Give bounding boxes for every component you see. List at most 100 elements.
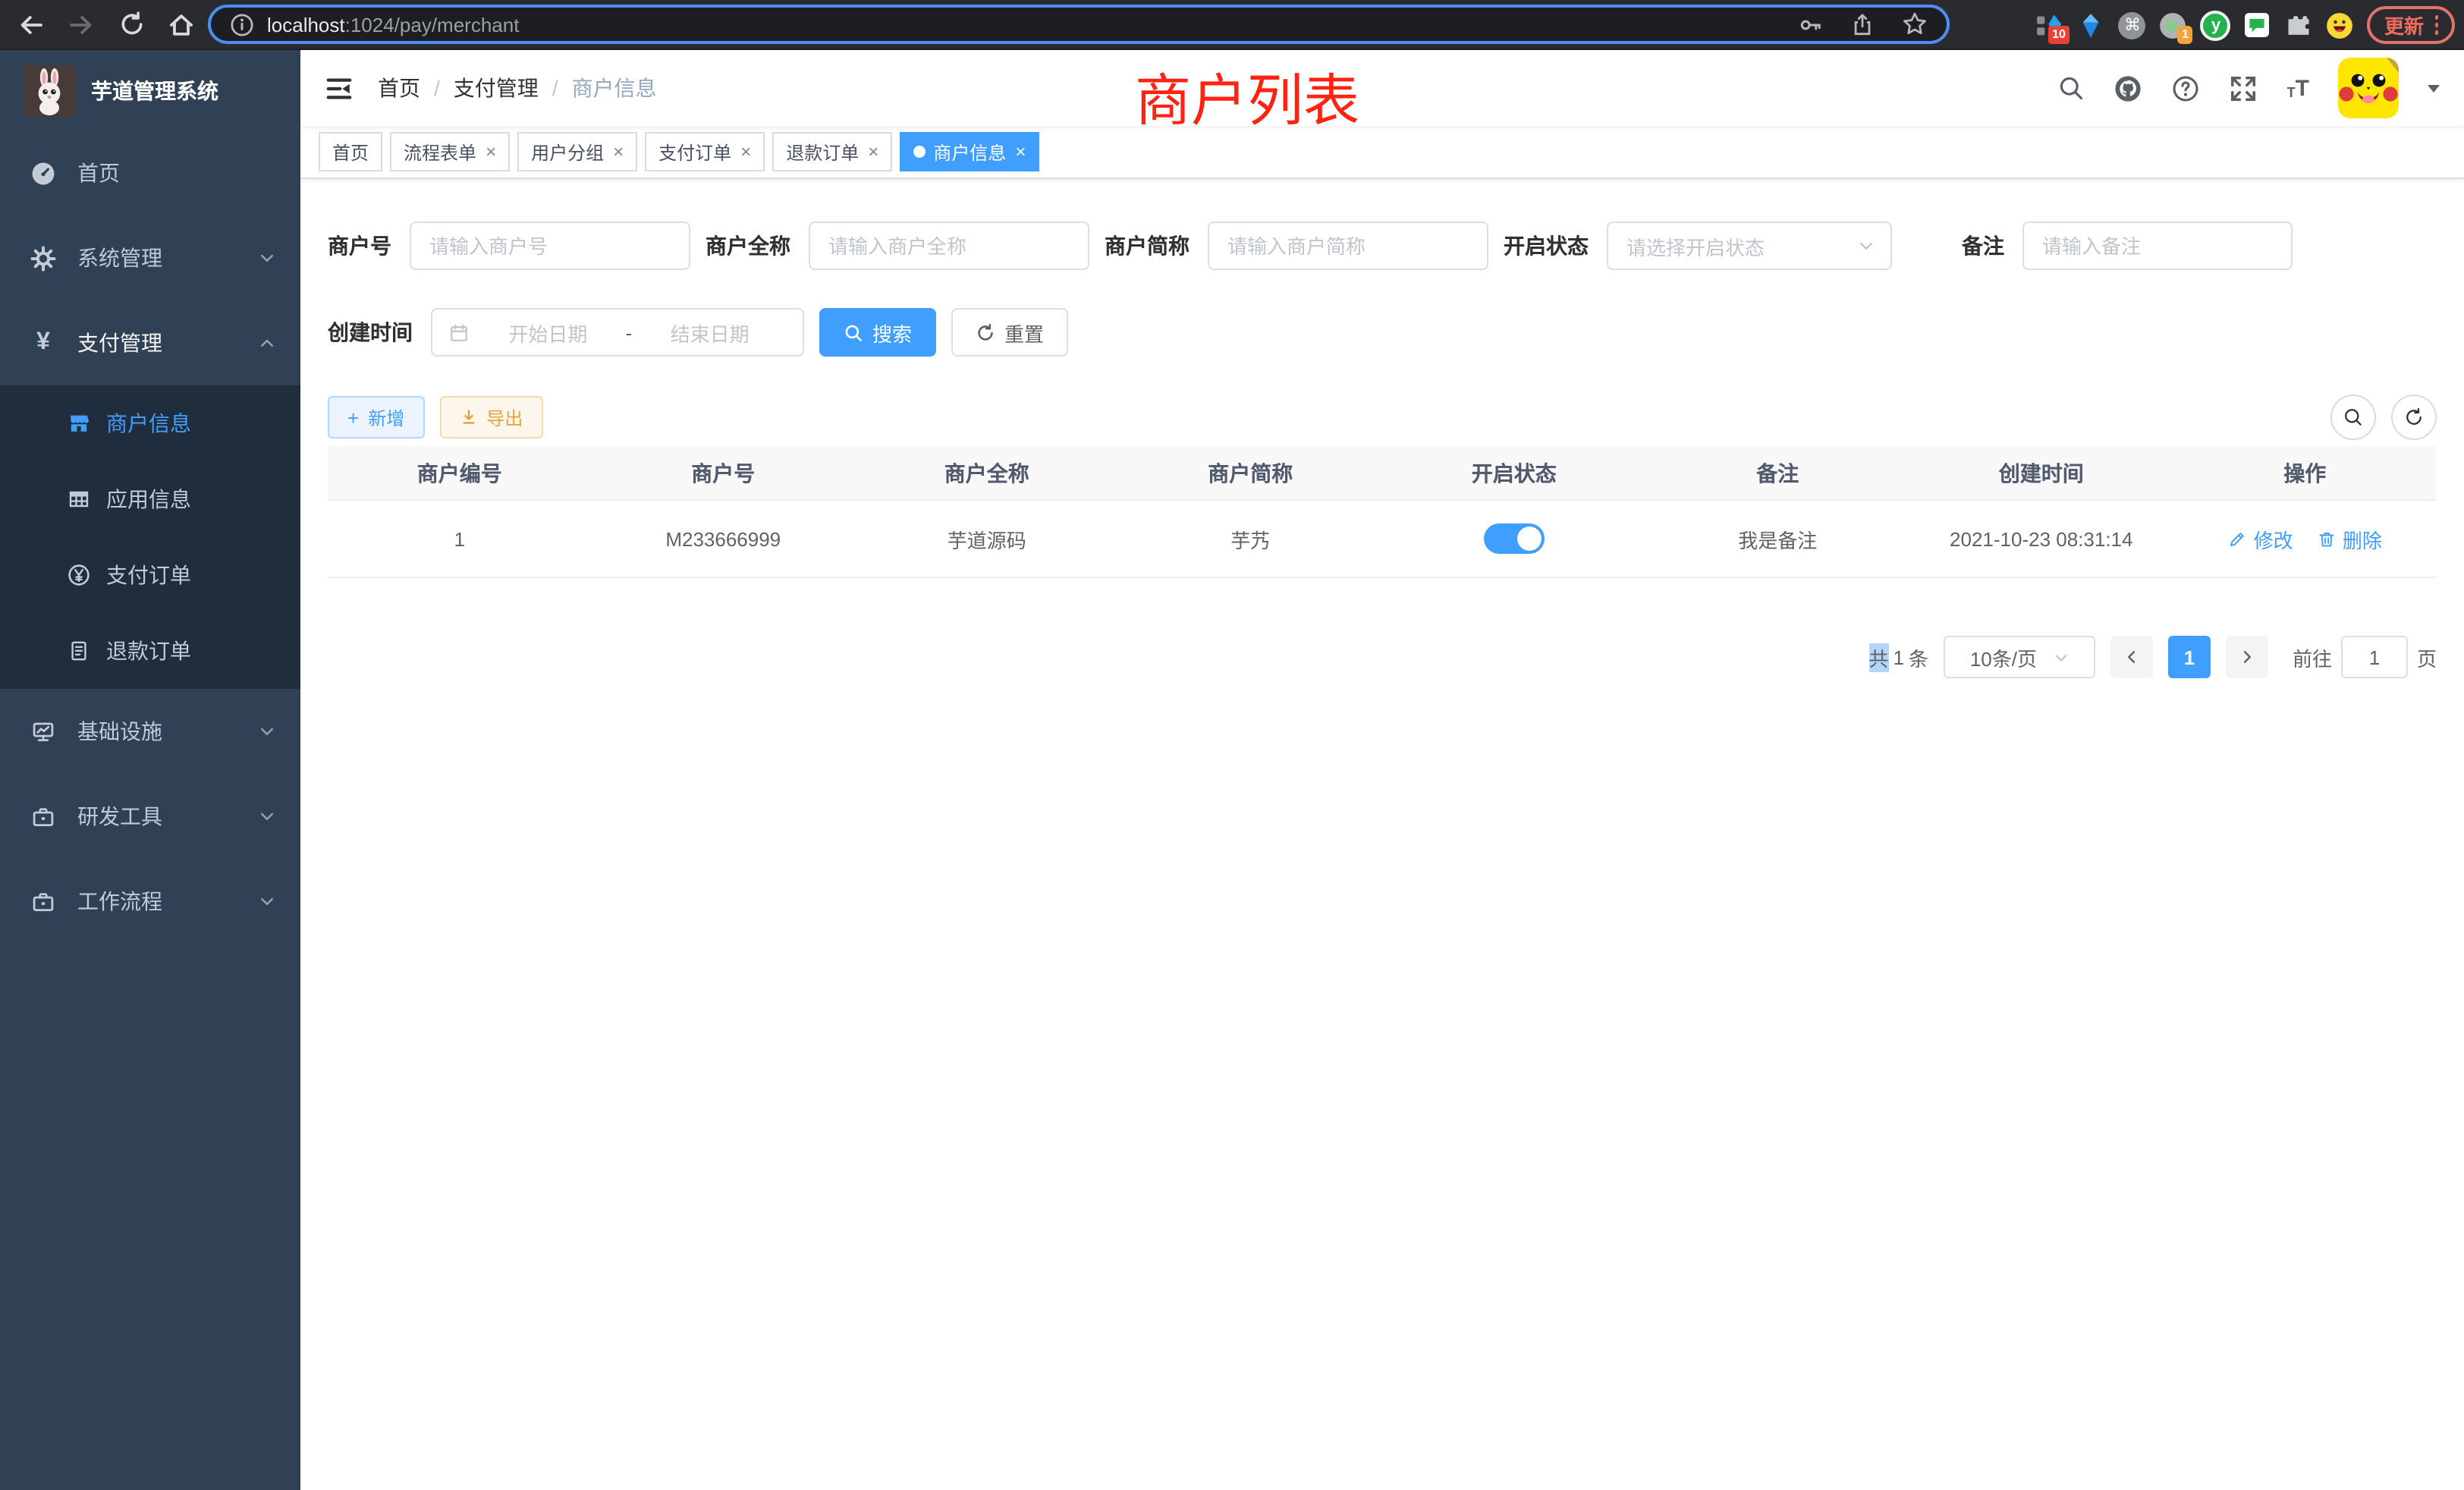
sidebar-item-merchant-info[interactable]: 商户信息: [0, 385, 300, 461]
reset-button[interactable]: 重置: [951, 308, 1068, 357]
extensions-puzzle-icon[interactable]: [2286, 11, 2313, 39]
extension-chat-icon[interactable]: [2245, 11, 2272, 39]
breadcrumb-payment[interactable]: 支付管理: [454, 73, 539, 103]
goto-page-input[interactable]: [2341, 636, 2408, 678]
tab-process-form[interactable]: 流程表单 ×: [390, 132, 510, 171]
browser-menu-icon[interactable]: [2434, 16, 2438, 35]
back-icon[interactable]: [15, 8, 47, 40]
edit-link[interactable]: 修改: [2228, 524, 2293, 553]
remark-field: 备注: [1962, 222, 2293, 270]
extension-proxy-icon[interactable]: 1: [2160, 11, 2187, 39]
merchant-no-input[interactable]: [410, 222, 690, 270]
tab-pay-order[interactable]: 支付订单 ×: [645, 132, 765, 171]
bookmark-star-icon[interactable]: [1901, 11, 1928, 38]
sidebar-logo[interactable]: 芋道管理系统: [0, 50, 300, 130]
extension-styles-icon[interactable]: 10: [2037, 11, 2064, 39]
field-label: 开启状态: [1504, 231, 1607, 261]
browser-extensions: 10 ⌘ 1 y 更新: [2037, 0, 2455, 50]
status-field: 开启状态 请选择开启状态: [1504, 222, 1892, 270]
next-page-button[interactable]: [2226, 636, 2268, 678]
pagination: 共 1 条 10条/页 1: [328, 636, 2437, 678]
close-icon[interactable]: ×: [868, 141, 878, 162]
sidebar-item-infrastructure[interactable]: 基础设施: [0, 689, 300, 774]
logo-rabbit-icon: [24, 64, 76, 116]
field-label: 备注: [1962, 231, 2022, 261]
refresh-table-button[interactable]: [2391, 395, 2437, 440]
home-icon[interactable]: [165, 8, 197, 40]
sidebar-item-label: 退款订单: [106, 636, 191, 666]
sidebar-item-label: 工作流程: [77, 886, 162, 916]
status-select[interactable]: 请选择开启状态: [1607, 222, 1892, 270]
sidebar-item-refund-order[interactable]: 退款订单: [0, 613, 300, 689]
extension-gem-icon[interactable]: [2078, 11, 2105, 39]
search-form-row-1: 商户号 商户全称 商户简称 开启状态 请选择开启状态: [328, 222, 2437, 270]
sidebar-item-app-info[interactable]: 应用信息: [0, 461, 300, 537]
tab-merchant-info[interactable]: 商户信息 ×: [900, 132, 1039, 171]
cell-id: 1: [328, 527, 592, 550]
navbar-actions: TT: [2058, 58, 2440, 118]
search-icon: [2343, 407, 2364, 428]
chevron-down-icon: [1857, 237, 1875, 255]
status-toggle[interactable]: [1484, 523, 1545, 554]
password-key-icon[interactable]: [1798, 11, 1824, 37]
close-icon[interactable]: ×: [613, 141, 624, 162]
monitor-chart-icon: [30, 718, 56, 744]
reload-icon[interactable]: [115, 8, 147, 40]
yen-circle-icon: [67, 563, 91, 587]
column-header: 创建时间: [1909, 457, 2173, 488]
add-button[interactable]: + 新增: [328, 396, 424, 439]
search-icon[interactable]: [2058, 74, 2085, 102]
avatar-caret-icon[interactable]: [2428, 84, 2440, 92]
forward-icon[interactable]: [65, 8, 97, 40]
tab-user-group[interactable]: 用户分组 ×: [517, 132, 637, 171]
delete-link[interactable]: 删除: [2317, 524, 2382, 553]
short-name-input[interactable]: [1208, 222, 1488, 270]
trash-icon: [2317, 529, 2337, 549]
export-button[interactable]: 导出: [439, 396, 542, 439]
column-header: 开启状态: [1382, 457, 1646, 488]
font-size-icon[interactable]: TT: [2287, 75, 2309, 101]
full-name-input[interactable]: [809, 222, 1089, 270]
url-bar[interactable]: localhost:1024/pay/merchant: [208, 5, 1950, 44]
prev-page-button[interactable]: [2110, 636, 2153, 678]
help-icon[interactable]: [2172, 74, 2201, 102]
url-text[interactable]: localhost:1024/pay/merchant: [267, 13, 519, 36]
extension-cmd-icon[interactable]: ⌘: [2119, 11, 2146, 39]
tab-home[interactable]: 首页: [319, 132, 382, 171]
extension-emoji-icon[interactable]: [2327, 11, 2354, 39]
page-number-1[interactable]: 1: [2168, 636, 2211, 678]
sidebar-item-label: 应用信息: [106, 484, 191, 514]
fullscreen-icon[interactable]: [2230, 74, 2258, 102]
page-size-select[interactable]: 10条/页: [1944, 636, 2095, 678]
create-time-range-input[interactable]: 开始日期 - 结束日期: [431, 308, 804, 357]
browser-update-button[interactable]: 更新: [2368, 6, 2455, 44]
pencil-icon: [2228, 529, 2248, 549]
info-icon[interactable]: [229, 11, 255, 37]
field-label: 商户全称: [706, 231, 809, 261]
avatar[interactable]: [2338, 58, 2399, 118]
sidebar-fold-icon[interactable]: [325, 74, 354, 102]
sidebar-item-pay-order[interactable]: 支付订单: [0, 537, 300, 613]
search-button[interactable]: 搜索: [819, 308, 936, 357]
breadcrumb-home[interactable]: 首页: [378, 73, 420, 103]
sidebar-item-system[interactable]: 系统管理: [0, 215, 300, 300]
extension-y-icon[interactable]: y: [2201, 10, 2231, 40]
sidebar-item-workflow[interactable]: 工作流程: [0, 859, 300, 944]
github-icon[interactable]: [2114, 74, 2143, 102]
chevron-left-icon: [2123, 648, 2141, 666]
pagination-goto: 前往 页: [2293, 636, 2437, 678]
tab-refund-order[interactable]: 退款订单 ×: [772, 132, 892, 171]
sidebar-item-payment[interactable]: ¥ 支付管理: [0, 300, 300, 385]
toggle-search-button[interactable]: [2330, 395, 2376, 440]
share-icon[interactable]: [1850, 11, 1875, 37]
sidebar-item-home[interactable]: 首页: [0, 130, 300, 215]
navbar: 首页 / 支付管理 / 商户信息: [300, 50, 2464, 126]
close-icon[interactable]: ×: [1015, 141, 1026, 162]
close-icon[interactable]: ×: [740, 141, 751, 162]
close-icon[interactable]: ×: [486, 141, 496, 162]
field-label: 商户简称: [1105, 231, 1208, 261]
short-name-field: 商户简称: [1105, 222, 1488, 270]
sidebar-item-dev-tools[interactable]: 研发工具: [0, 774, 300, 859]
full-name-field: 商户全称: [706, 222, 1089, 270]
remark-input[interactable]: [2022, 222, 2293, 270]
